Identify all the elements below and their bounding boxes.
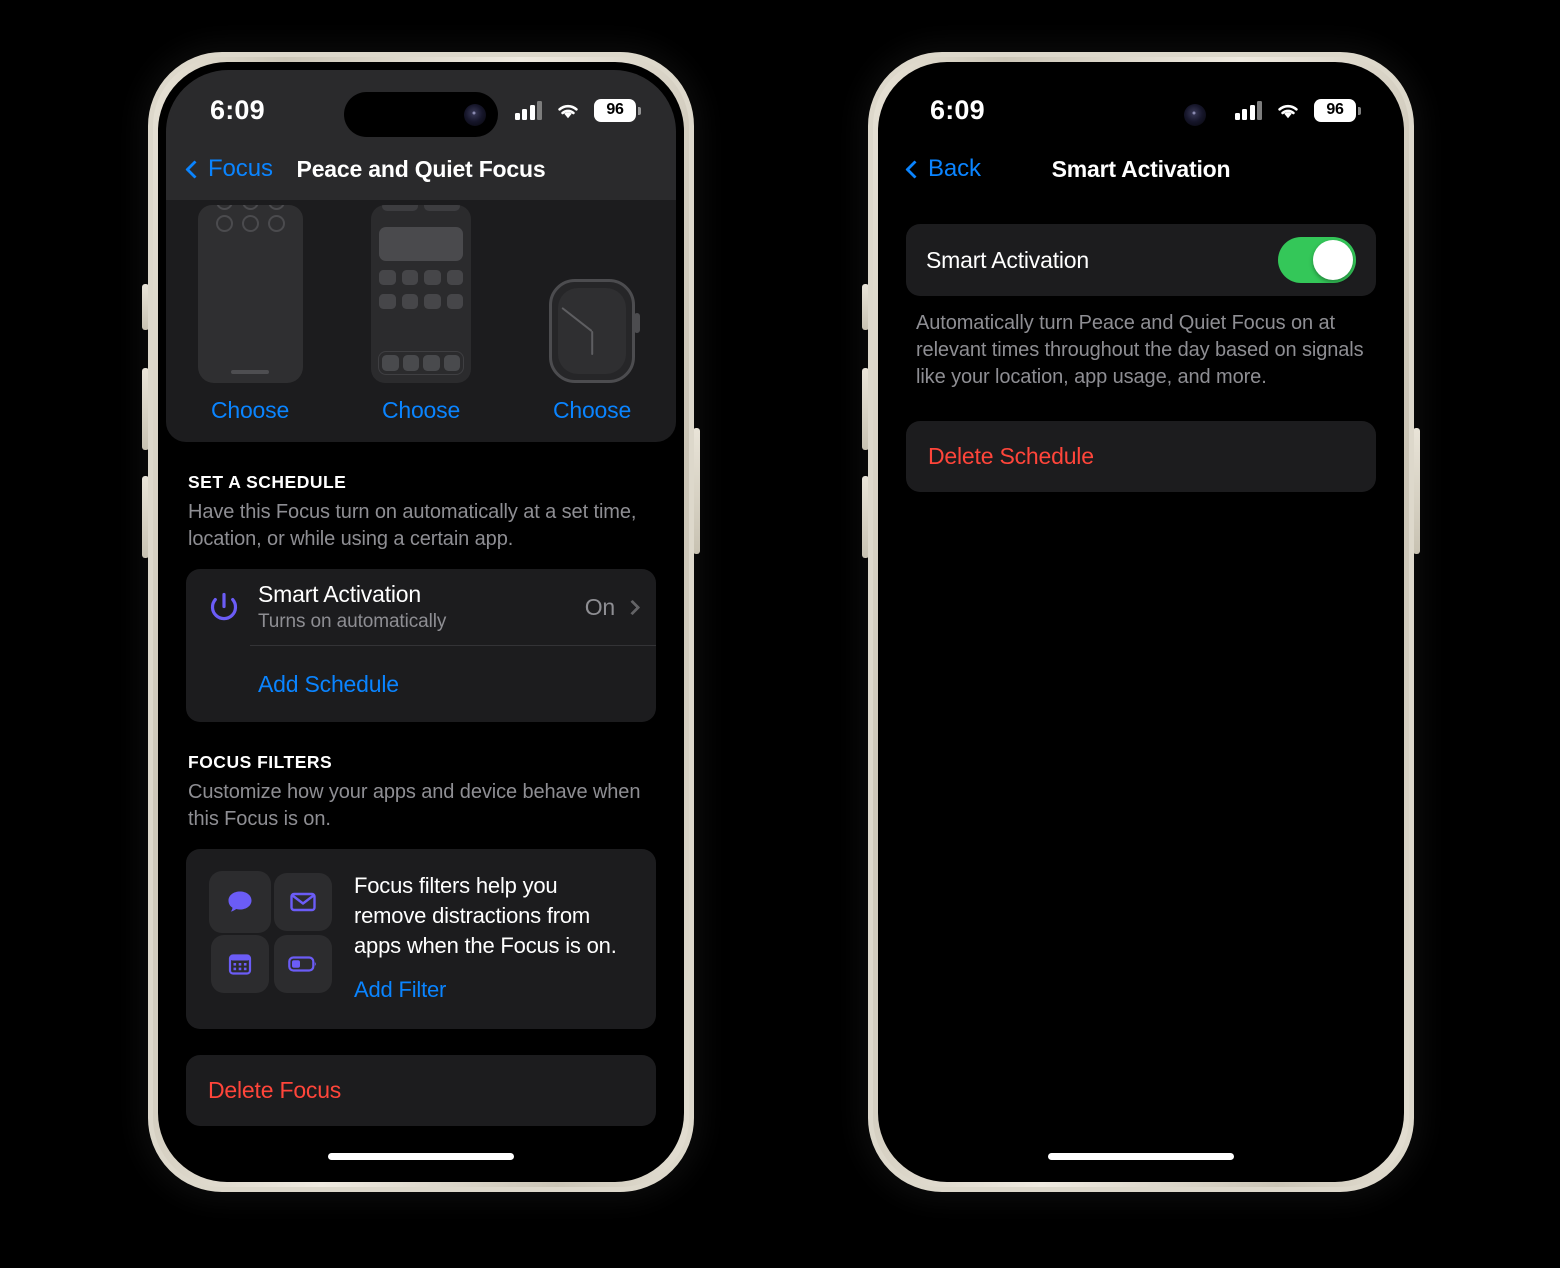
low-power-battery-icon [273, 935, 332, 993]
focus-filters-promo-card: Focus filters help you remove distractio… [186, 849, 656, 1029]
device-frame: 6:09 96 [148, 52, 694, 1192]
iphone-device-left: 6:09 96 Focus Peace and Quiet Focus Choo… [142, 52, 700, 1192]
delete-schedule-button[interactable]: Delete Schedule [906, 421, 1376, 492]
add-schedule-row[interactable]: Add Schedule [186, 646, 656, 722]
dynamic-island[interactable] [344, 92, 498, 137]
back-button[interactable]: Focus [185, 155, 273, 183]
device-screen-left: 6:09 96 Focus Peace and Quiet Focus Choo… [166, 70, 676, 1174]
page-title: Peace and Quiet Focus [296, 155, 546, 182]
schedule-section-title: SET A SCHEDULE [188, 472, 347, 492]
promo-copy: Focus filters help you remove distractio… [354, 873, 617, 958]
device-frame: 6:09 96 [868, 52, 1414, 1192]
iphone-device-right: 6:09 96 Back Smart Activation Smart Acti… [862, 52, 1420, 1192]
add-filter-button[interactable]: Add Filter [354, 977, 446, 1003]
home-indicator[interactable] [1048, 1153, 1234, 1160]
status-indicators: 96 [514, 98, 641, 122]
front-camera-icon [1184, 103, 1206, 126]
lock-screen-mockup [197, 205, 303, 383]
smart-activation-toggle[interactable] [1278, 237, 1356, 283]
schedule-section-description: Have this Focus turn on automatically at… [188, 501, 637, 550]
messages-bubble-icon [208, 871, 271, 933]
smart-activation-text: Smart Activation Turns on automatically [258, 581, 585, 633]
choose-home-screen-button[interactable]: Choose [382, 397, 460, 424]
settings-scroll-view[interactable]: Choose Choose Choose SET A SCHEDULE Have… [166, 200, 676, 1174]
back-button-label: Back [928, 155, 981, 182]
schedule-group: Smart Activation Turns on automatically … [186, 569, 656, 722]
status-time: 6:09 [930, 94, 985, 125]
dynamic-island[interactable] [1064, 92, 1218, 137]
device-screen-right: 6:09 96 Back Smart Activation Smart Acti… [886, 70, 1396, 1174]
filters-section-description: Customize how your apps and device behav… [188, 781, 641, 830]
toggle-knob [1313, 240, 1353, 280]
smart-activation-value: On [584, 593, 615, 620]
home-indicator[interactable] [328, 1153, 514, 1160]
delete-focus-label: Delete Focus [208, 1077, 342, 1103]
front-camera-icon [464, 103, 486, 126]
navigation-bar: Back Smart Activation [886, 138, 1396, 200]
filters-section-header: FOCUS FILTERS Customize how your apps an… [188, 752, 654, 833]
status-time: 6:09 [210, 94, 265, 125]
home-screen-mockup [371, 205, 471, 383]
status-indicators: 96 [1234, 98, 1361, 122]
chevron-left-icon [905, 159, 924, 179]
calendar-icon [210, 935, 269, 993]
battery-level: 96 [1326, 101, 1344, 118]
watch-face-preview[interactable]: Choose [534, 279, 650, 424]
device-bezel: 6:09 96 [878, 62, 1404, 1182]
customize-previews-card: Choose Choose Choose [166, 200, 676, 442]
mail-envelope-icon [273, 873, 332, 931]
promo-text-block: Focus filters help you remove distractio… [354, 871, 634, 1003]
navigation-bar: Focus Peace and Quiet Focus [166, 138, 676, 200]
back-button[interactable]: Back [905, 155, 981, 183]
smart-activation-title: Smart Activation [258, 581, 421, 607]
battery-icon: 96 [594, 98, 641, 122]
chevron-left-icon [185, 159, 204, 179]
screenshot-stage: 6:09 96 Focus Peace and Quiet Focus Choo… [0, 0, 1560, 1268]
choose-lock-screen-button[interactable]: Choose [211, 397, 289, 424]
watch-crown-icon [634, 313, 640, 333]
device-bezel: 6:09 96 [158, 62, 684, 1182]
battery-level: 96 [606, 101, 624, 118]
power-button[interactable] [693, 428, 700, 554]
back-button-label: Focus [208, 155, 273, 182]
smart-activation-row[interactable]: Smart Activation Turns on automatically … [186, 569, 656, 645]
status-bar: 6:09 96 [166, 70, 676, 138]
home-screen-preview[interactable]: Choose [363, 205, 479, 424]
wifi-icon [1278, 104, 1298, 118]
choose-watch-face-button[interactable]: Choose [553, 397, 631, 424]
smart-activation-group: Smart Activation [906, 224, 1376, 296]
schedule-section-header: SET A SCHEDULE Have this Focus turn on a… [188, 472, 654, 553]
smart-activation-toggle-label: Smart Activation [926, 246, 1089, 273]
filter-icon-grid [208, 871, 334, 1003]
add-schedule-label: Add Schedule [258, 670, 399, 697]
status-bar: 6:09 96 [886, 70, 1396, 138]
delete-schedule-label: Delete Schedule [928, 443, 1094, 469]
battery-icon: 96 [1314, 98, 1361, 122]
watch-face-mockup [549, 279, 640, 383]
power-icon [204, 590, 244, 624]
smart-activation-subtitle: Turns on automatically [258, 611, 447, 632]
filters-section-title: FOCUS FILTERS [188, 752, 333, 772]
page-title: Smart Activation [1051, 155, 1231, 182]
smart-activation-description: Automatically turn Peace and Quiet Focus… [916, 312, 1364, 388]
cellular-bars-icon [514, 100, 542, 120]
power-button[interactable] [1413, 428, 1420, 554]
smart-activation-toggle-row[interactable]: Smart Activation [906, 224, 1376, 296]
chevron-right-icon [624, 599, 641, 615]
lock-screen-preview[interactable]: Choose [192, 205, 308, 424]
smart-activation-scroll-view[interactable]: Smart Activation Automatically turn Peac… [886, 200, 1396, 1174]
delete-focus-button[interactable]: Delete Focus [186, 1055, 656, 1126]
wifi-icon [558, 104, 578, 118]
cellular-bars-icon [1234, 100, 1262, 120]
